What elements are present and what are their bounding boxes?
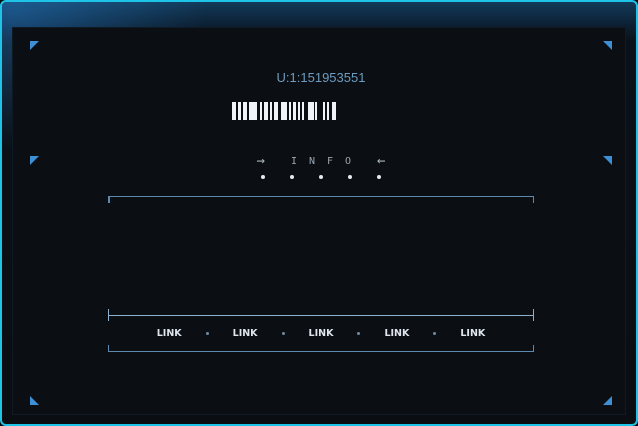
barcode-bar bbox=[249, 102, 257, 120]
profile-card-frame: U:1:151953551 → INFO ← LINK LINK LINK LINK L… bbox=[0, 0, 638, 426]
link-separator-dot bbox=[205, 332, 209, 335]
footer-link-1[interactable]: LINK bbox=[155, 328, 184, 339]
corner-triangle-icon bbox=[30, 41, 39, 50]
corner-triangle-icon bbox=[603, 396, 612, 405]
bullet-dot-icon bbox=[290, 175, 294, 179]
divider-tick bbox=[108, 309, 109, 321]
bullet-dot-icon bbox=[377, 175, 381, 179]
barcode bbox=[232, 102, 403, 120]
link-separator-dot bbox=[281, 332, 285, 335]
section-dots bbox=[2, 175, 636, 179]
link-separator-dot bbox=[357, 332, 361, 335]
link-separator-dot bbox=[433, 332, 437, 335]
corner-triangle-icon bbox=[603, 41, 612, 50]
footer-link-2[interactable]: LINK bbox=[231, 328, 260, 339]
footer-link-5[interactable]: LINK bbox=[458, 328, 487, 339]
info-content-area bbox=[108, 196, 534, 321]
right-arrow-icon: → bbox=[256, 153, 265, 169]
bullet-dot-icon bbox=[319, 175, 323, 179]
left-arrow-icon: ← bbox=[377, 153, 386, 169]
footer-links: LINK LINK LINK LINK LINK bbox=[108, 328, 534, 339]
footer-link-4[interactable]: LINK bbox=[382, 328, 411, 339]
section-header: → INFO ← bbox=[2, 153, 636, 169]
corner-triangle-icon bbox=[30, 396, 39, 405]
bullet-dot-icon bbox=[261, 175, 265, 179]
user-id-label: U:1:151953551 bbox=[276, 70, 366, 85]
bullet-dot-icon bbox=[348, 175, 352, 179]
divider-tick bbox=[533, 309, 534, 321]
barcode-gap bbox=[336, 102, 338, 120]
section-title: INFO bbox=[290, 155, 364, 167]
footer-link-3[interactable]: LINK bbox=[307, 328, 336, 339]
